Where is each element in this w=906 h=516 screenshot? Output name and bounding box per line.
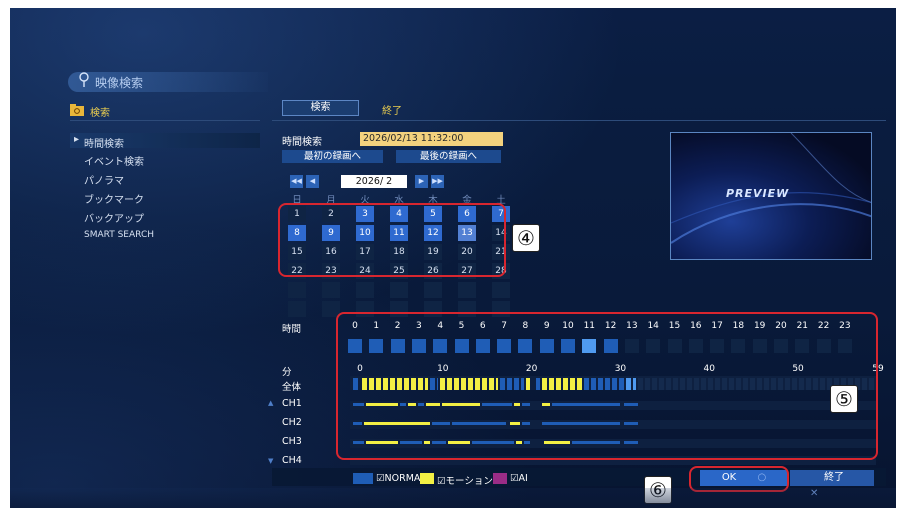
legend-motion: ☑モーション — [437, 476, 493, 487]
scroll-down-icon[interactable]: ▼ — [268, 457, 273, 465]
last-record-button[interactable]: 最後の録画へ — [396, 150, 501, 163]
hour-row-label: 時間 — [282, 324, 302, 335]
calendar-empty-cell — [356, 282, 374, 298]
end-button-label: 終了 — [824, 472, 844, 483]
row-label-ch3: CH3 — [282, 436, 302, 447]
legend-ai: ☑AI — [510, 473, 528, 484]
timeline-callout-badge: ⑤ — [830, 385, 858, 413]
timeline-callout-frame — [336, 312, 878, 460]
prev-month-icon[interactable]: ◀ — [306, 175, 319, 188]
legend-normal-swatch — [353, 473, 373, 484]
bottom-glow — [10, 488, 896, 508]
month-field: 2026/ 2 — [341, 175, 407, 188]
legend-ai-label: AI — [518, 473, 528, 484]
preview-label: PREVIEW — [726, 187, 790, 200]
calendar-empty-cell — [492, 282, 510, 298]
row-label-ch1: CH1 — [282, 398, 302, 409]
legend-motion-swatch — [420, 473, 434, 484]
first-month-icon[interactable]: ◀◀ — [290, 175, 303, 188]
sidebar-item-event-search[interactable]: イベント検索 — [84, 153, 144, 168]
tab-search[interactable]: 検索 — [282, 100, 359, 116]
calendar-empty-cell — [322, 282, 340, 298]
preview-pane: PREVIEW — [670, 132, 872, 260]
first-record-button[interactable]: 最初の録画へ — [282, 150, 383, 163]
legend-ai-swatch — [493, 473, 507, 484]
datetime-field[interactable]: 2026/02/13 11:32:00 — [360, 132, 503, 146]
calendar-empty-cell — [288, 301, 306, 317]
last-month-icon[interactable]: ▶▶ — [431, 175, 444, 188]
sidebar-divider — [70, 120, 260, 121]
page-title: 映像検索 — [95, 76, 144, 90]
next-month-icon[interactable]: ▶ — [415, 175, 428, 188]
sidebar-item-time-search[interactable]: 時間検索 — [84, 135, 124, 150]
sidebar-item-bookmark[interactable]: ブックマーク — [84, 191, 144, 206]
calendar-callout-badge: ④ — [512, 224, 540, 252]
folder-search-icon — [70, 104, 84, 116]
calendar-empty-cell — [424, 282, 442, 298]
legend-motion-label: モーション — [445, 476, 493, 487]
calendar-empty-cell — [288, 282, 306, 298]
calendar-empty-cell — [458, 282, 476, 298]
row-label-ch4: CH4 — [282, 455, 302, 466]
sidebar-item-backup[interactable]: バックアップ — [84, 210, 144, 225]
calendar-empty-cell — [390, 282, 408, 298]
end-button[interactable]: 終了 ✕ — [790, 470, 874, 499]
chevron-right-icon: ▸ — [74, 134, 80, 145]
row-label-ch2: CH2 — [282, 417, 302, 428]
calendar-callout-frame — [278, 203, 506, 277]
sidebar-item-panorama[interactable]: パノラマ — [84, 172, 124, 187]
sidebar-item-smart-search[interactable]: SMART SEARCH — [84, 230, 154, 240]
search-menu-label[interactable]: 検索 — [90, 104, 110, 119]
row-label-all: 全体 — [282, 382, 302, 393]
legend-normal: ☑NORMAL — [376, 473, 426, 484]
tab-exit[interactable]: 終了 — [382, 102, 402, 117]
tab-divider — [272, 120, 886, 121]
location-pin-icon — [79, 72, 89, 87]
minute-row-label: 分 — [282, 367, 292, 378]
time-search-label: 時間検索 — [282, 137, 322, 148]
search-screen: 映像検索 検索 ▸ 時間検索 イベント検索 パノラマ ブックマーク バックアップ… — [10, 8, 896, 508]
scroll-up-icon[interactable]: ▲ — [268, 399, 273, 407]
